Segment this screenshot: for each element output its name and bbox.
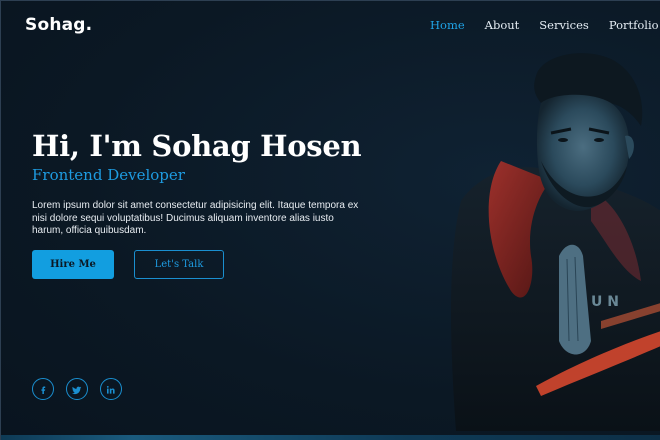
hero-role: Frontend Developer <box>32 166 185 184</box>
main-nav: Home About Services Portfolio C <box>430 18 660 32</box>
shirt-print: U N <box>591 294 619 310</box>
hire-me-button[interactable]: Hire Me <box>32 250 114 279</box>
lets-talk-button[interactable]: Let's Talk <box>134 250 224 279</box>
social-links <box>32 378 122 400</box>
nav-item-about[interactable]: About <box>485 18 520 32</box>
nav-item-portfolio[interactable]: Portfolio <box>609 18 659 32</box>
portrait-illustration: U N <box>451 53 660 431</box>
facebook-icon <box>38 380 48 399</box>
nav-item-services[interactable]: Services <box>539 18 589 32</box>
bottom-scroll-bar <box>1 435 660 440</box>
hero-description: Lorem ipsum dolor sit amet consectetur a… <box>32 200 359 236</box>
nav-item-home[interactable]: Home <box>430 18 465 32</box>
hero-page: Sohag. Home About Services Portfolio C H… <box>0 0 660 440</box>
site-logo[interactable]: Sohag. <box>25 15 92 35</box>
linkedin-link[interactable] <box>100 378 122 400</box>
facebook-link[interactable] <box>32 378 54 400</box>
twitter-link[interactable] <box>66 378 88 400</box>
profile-photo: U N <box>441 41 660 431</box>
twitter-icon <box>72 380 82 399</box>
linkedin-icon <box>106 380 116 399</box>
hero-title: Hi, I'm Sohag Hosen <box>32 129 362 163</box>
